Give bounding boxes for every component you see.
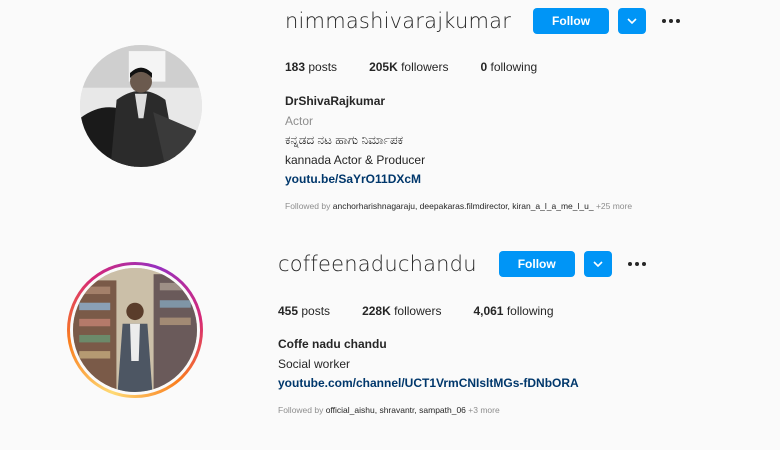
followed-by-names: official_aishu, shravantr, sampath_06: [325, 405, 466, 415]
following-number: 0: [480, 60, 488, 74]
profile-card-1: nimmashivarajkumar Follow 183 posts 205K…: [0, 0, 780, 225]
posts-number: 183: [285, 60, 306, 74]
more-options-icon[interactable]: [627, 262, 646, 266]
posts-number: 455: [278, 304, 299, 318]
full-name: DrShivaRajkumar: [285, 94, 386, 108]
username[interactable]: coffeenaduchandu: [278, 252, 477, 276]
followed-by-prefix: Followed by: [285, 201, 331, 211]
followers-count[interactable]: 205K followers: [369, 60, 448, 74]
posts-label: posts: [301, 304, 331, 318]
follow-button[interactable]: Follow: [533, 8, 610, 34]
suggested-dropdown-button[interactable]: [583, 251, 612, 277]
posts-label: posts: [308, 60, 338, 74]
followed-by-more: +3 more: [468, 405, 500, 415]
posts-count[interactable]: 183 posts: [285, 60, 337, 74]
chevron-down-icon: [593, 261, 603, 267]
followers-label: followers: [401, 60, 449, 74]
bio-line: kannada Actor & Producer: [285, 152, 426, 167]
profile-avatar-story-ring[interactable]: [67, 262, 203, 398]
following-number: 4,061: [473, 304, 504, 318]
category-label: Actor: [285, 113, 314, 128]
posts-count[interactable]: 455 posts: [278, 304, 330, 318]
followers-number: 228K: [362, 304, 391, 318]
profile-bio: DrShivaRajkumar Actor ಕನ್ನಡದ ನಟ ಹಾಗು ನಿರ…: [285, 92, 425, 190]
profile-stats: 183 posts 205K followers 0 following: [285, 60, 537, 74]
followers-number: 205K: [369, 60, 398, 74]
followed-by[interactable]: Followed by anchorharishnagaraju, deepak…: [285, 201, 632, 211]
profile-header: coffeenaduchandu Follow: [278, 251, 646, 277]
profile-avatar[interactable]: [80, 45, 202, 167]
followers-label: followers: [394, 304, 442, 318]
more-options-icon[interactable]: [662, 19, 681, 23]
username[interactable]: nimmashivarajkumar: [285, 9, 511, 33]
following-count[interactable]: 0 following: [480, 60, 537, 74]
followed-by-prefix: Followed by: [278, 405, 324, 415]
bio-link[interactable]: youtube.com/channel/UCT1VrmCNIsltMGs-fDN…: [278, 374, 579, 394]
profile-header: nimmashivarajkumar Follow: [285, 8, 681, 34]
following-count[interactable]: 4,061 following: [473, 304, 553, 318]
full-name: Coffe nadu chandu: [278, 337, 387, 351]
category-label: Social worker: [278, 356, 351, 371]
follow-button[interactable]: Follow: [498, 251, 575, 277]
avatar-image[interactable]: [73, 268, 197, 392]
followers-count[interactable]: 228K followers: [362, 304, 441, 318]
profile-bio: Coffe nadu chandu Social worker youtube.…: [278, 335, 579, 394]
following-label: following: [506, 304, 554, 318]
bio-line: ಕನ್ನಡದ ನಟ ಹಾಗು ನಿರ್ಮಾಪಕ: [285, 133, 404, 147]
chevron-down-icon: [627, 18, 637, 24]
avatar-photo-icon: [80, 45, 202, 167]
followed-by-more: +25 more: [595, 201, 633, 211]
suggested-dropdown-button[interactable]: [618, 8, 647, 34]
followed-by[interactable]: Followed by official_aishu, shravantr, s…: [278, 405, 500, 415]
followed-by-names: anchorharishnagaraju, deepakaras.filmdir…: [332, 201, 594, 211]
following-label: following: [490, 60, 538, 74]
bio-link[interactable]: youtu.be/SaYrO11DXcM: [285, 170, 425, 190]
avatar-image[interactable]: [80, 45, 202, 167]
profile-stats: 455 posts 228K followers 4,061 following: [278, 304, 554, 318]
avatar-photo-icon: [73, 268, 197, 392]
